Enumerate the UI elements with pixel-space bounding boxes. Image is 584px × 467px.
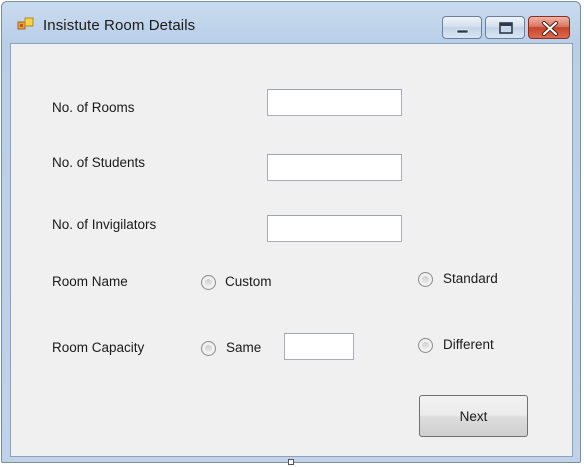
room-name-standard-radio[interactable]	[418, 272, 433, 287]
app-icon	[17, 17, 34, 30]
title-bar[interactable]: Insistute Room Details	[2, 2, 580, 42]
room-capacity-different-label[interactable]: Different	[443, 337, 494, 352]
room-name-custom-label[interactable]: Custom	[225, 274, 272, 289]
invigilators-input[interactable]	[267, 215, 402, 242]
room-capacity-same-radio[interactable]	[201, 341, 216, 356]
room-name-label: Room Name	[52, 274, 128, 289]
room-capacity-different-radio[interactable]	[418, 338, 433, 353]
invigilators-label: No. of Invigilators	[52, 217, 157, 232]
minimize-button[interactable]	[442, 16, 482, 39]
room-capacity-label: Room Capacity	[52, 340, 145, 355]
minimize-icon	[456, 29, 469, 34]
caption-buttons	[442, 16, 570, 39]
resize-grip[interactable]	[288, 459, 294, 465]
maximize-button[interactable]	[485, 16, 525, 39]
close-icon	[542, 21, 558, 36]
close-button[interactable]	[528, 16, 570, 39]
room-capacity-same-label[interactable]: Same	[226, 340, 261, 355]
main-window: Insistute Room Details No. of Rooms No. …	[1, 1, 581, 463]
window-title: Insistute Room Details	[43, 17, 196, 34]
rooms-label: No. of Rooms	[52, 100, 135, 115]
students-label: No. of Students	[52, 155, 146, 170]
room-name-standard-label[interactable]: Standard	[443, 271, 498, 286]
same-capacity-input[interactable]	[284, 333, 354, 360]
room-name-custom-radio[interactable]	[201, 275, 216, 290]
form-client-area: No. of Rooms No. of Students No. of Invi…	[10, 43, 573, 457]
rooms-input[interactable]	[267, 89, 402, 116]
students-input[interactable]	[267, 154, 402, 181]
next-button[interactable]: Next	[419, 395, 528, 437]
maximize-icon	[499, 22, 513, 34]
